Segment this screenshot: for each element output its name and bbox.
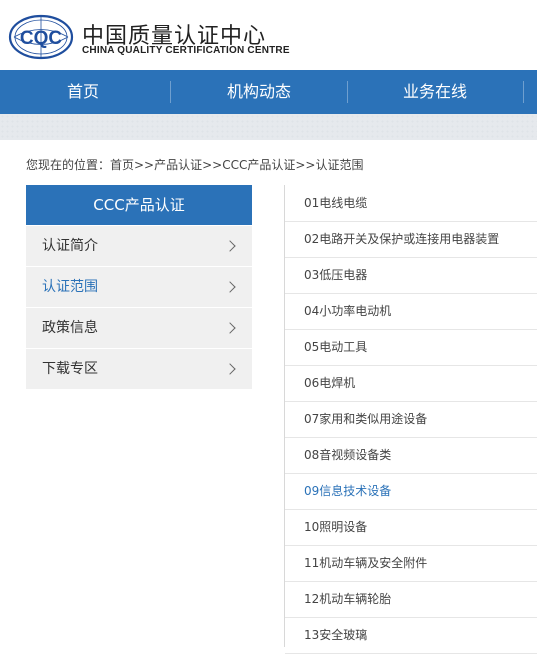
list-item[interactable]: 07家用和类似用途设备 — [285, 401, 537, 438]
list-item[interactable]: 01电线电缆 — [285, 185, 537, 222]
sidebar-item-label: 政策信息 — [42, 320, 98, 336]
list-item-label: 13安全玻璃 — [304, 628, 368, 642]
nav-separator — [170, 81, 171, 103]
main-nav: 首页 机构动态 业务在线 — [0, 70, 537, 114]
list-item-label: 01电线电缆 — [304, 196, 368, 210]
chevron-right-icon — [224, 322, 236, 334]
decorative-band — [0, 114, 537, 140]
chevron-right-icon — [224, 240, 236, 252]
chevron-right-icon — [224, 363, 236, 375]
breadcrumb: 您现在的位置：首页>>产品认证>>CCC产品认证>>认证范围 — [26, 158, 364, 172]
list-item-label: 10照明设备 — [304, 520, 368, 534]
nav-separator — [523, 81, 524, 103]
list-item-label: 08音视频设备类 — [304, 448, 392, 462]
list-item-label: 04小功率电动机 — [304, 304, 392, 318]
site-header: CQC 中国质量认证中心 CHINA QUALITY CERTIFICATION… — [0, 0, 537, 70]
sidebar-item-label: 认证简介 — [42, 238, 98, 254]
list-item[interactable]: 08音视频设备类 — [285, 437, 537, 474]
list-item[interactable]: 03低压电器 — [285, 257, 537, 294]
chevron-right-icon — [224, 281, 236, 293]
sidebar-title: CCC产品认证 — [26, 185, 252, 225]
list-item[interactable]: 13安全玻璃 — [285, 617, 537, 654]
list-item[interactable]: 02电路开关及保护或连接用电器装置 — [285, 221, 537, 258]
list-item-label: 02电路开关及保护或连接用电器装置 — [304, 232, 500, 246]
list-item[interactable]: 05电动工具 — [285, 329, 537, 366]
nav-separator — [347, 81, 348, 103]
list-item[interactable]: 11机动车辆及安全附件 — [285, 545, 537, 582]
sidebar-item-intro[interactable]: 认证简介 — [26, 226, 252, 267]
list-item[interactable]: 06电焊机 — [285, 365, 537, 402]
sidebar-item-downloads[interactable]: 下载专区 — [26, 349, 252, 390]
site-title-en: CHINA QUALITY CERTIFICATION CENTRE — [82, 45, 290, 56]
list-item-label: 06电焊机 — [304, 376, 356, 390]
list-item-label: 12机动车辆轮胎 — [304, 592, 392, 606]
list-item-label: 07家用和类似用途设备 — [304, 412, 428, 426]
logo-text: CQC — [20, 28, 63, 49]
nav-item-home[interactable]: 首页 — [20, 70, 146, 114]
sidebar-item-label: 认证范围 — [42, 279, 98, 295]
list-item-label: 11机动车辆及安全附件 — [304, 556, 428, 570]
sidebar-item-scope[interactable]: 认证范围 — [26, 267, 252, 308]
list-item-label: 03低压电器 — [304, 268, 368, 282]
cqc-logo[interactable]: CQC — [8, 14, 74, 60]
list-item[interactable]: 12机动车辆轮胎 — [285, 581, 537, 618]
list-item[interactable]: 04小功率电动机 — [285, 293, 537, 330]
sidebar-item-label: 下载专区 — [42, 361, 98, 377]
list-item-label: 05电动工具 — [304, 340, 368, 354]
list-item[interactable]: 10照明设备 — [285, 509, 537, 546]
nav-item-online-services[interactable]: 业务在线 — [372, 70, 498, 114]
nav-item-news[interactable]: 机构动态 — [196, 70, 322, 114]
sidebar-item-policy[interactable]: 政策信息 — [26, 308, 252, 349]
list-item[interactable]: 09信息技术设备 — [285, 473, 537, 510]
list-item-label: 09信息技术设备 — [304, 484, 392, 498]
